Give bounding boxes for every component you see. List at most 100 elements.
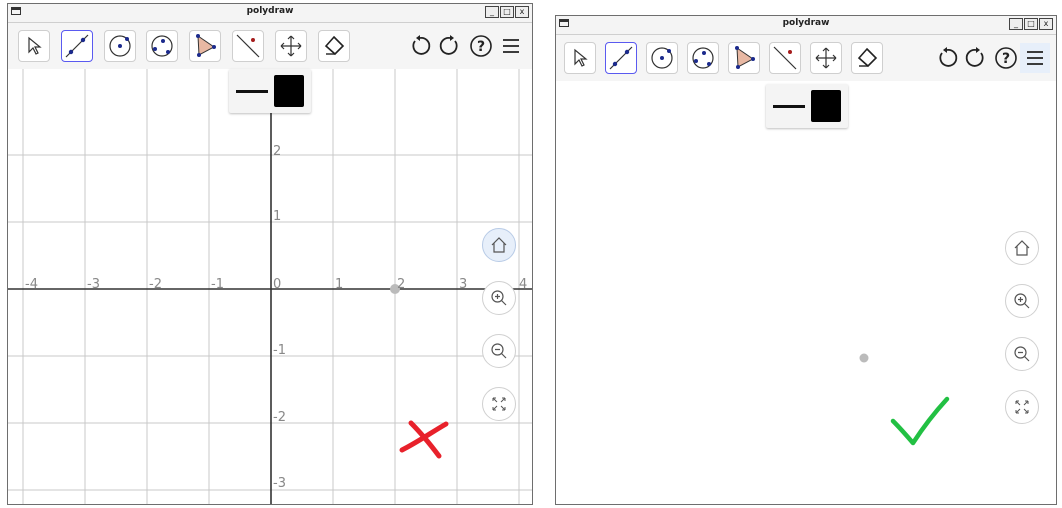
x-tick-label: 3 <box>459 277 468 292</box>
line-tool-button[interactable] <box>61 30 93 62</box>
fullscreen-icon <box>492 397 506 411</box>
maximize-button[interactable]: □ <box>1024 18 1038 30</box>
green-check-mark <box>890 396 950 446</box>
home-view-button[interactable] <box>1005 231 1039 265</box>
style-popup <box>766 84 848 128</box>
window-title: polydraw <box>782 18 830 28</box>
undo-button[interactable] <box>932 43 962 73</box>
menu-icon <box>503 39 519 53</box>
polygon-icon <box>196 34 216 57</box>
perpendicular-line-icon <box>236 34 260 58</box>
maximize-button[interactable]: □ <box>500 6 514 18</box>
circle-center-icon <box>109 35 131 57</box>
perpendicular-line-tool-button[interactable] <box>769 42 801 74</box>
x-tick-label: -2 <box>149 277 162 292</box>
eraser-tool-button[interactable] <box>318 30 350 62</box>
eraser-tool-button[interactable] <box>851 42 883 74</box>
pointer-icon <box>28 36 42 55</box>
red-cross-mark <box>399 420 449 459</box>
undo-icon <box>939 47 958 67</box>
x-tick-label: -4 <box>25 277 38 292</box>
redo-icon <box>439 35 458 55</box>
minimize-button[interactable]: _ <box>485 6 499 18</box>
close-button[interactable]: x <box>1039 18 1053 30</box>
menu-button[interactable] <box>496 31 526 61</box>
y-tick-label: 2 <box>273 144 282 159</box>
y-tick-label: 1 <box>273 209 282 224</box>
zoom-in-button[interactable] <box>1005 284 1039 318</box>
help-button[interactable]: ? <box>991 43 1021 73</box>
line-style-button[interactable] <box>236 89 268 93</box>
zoom-out-button[interactable] <box>1005 337 1039 371</box>
move-view-tool-button[interactable] <box>810 42 842 74</box>
x-tick-label: 2 <box>397 277 406 292</box>
pointer-icon <box>574 48 588 67</box>
move-view-icon <box>280 35 302 57</box>
fullscreen-button[interactable] <box>1005 390 1039 424</box>
circle-points-icon <box>151 35 173 57</box>
line-tool-button[interactable] <box>605 42 637 74</box>
svg-text:?: ? <box>1002 51 1010 67</box>
polydraw-window-left: polydraw _ □ x ? -4 -3 -2 -1 0 1 2 3 4 2… <box>7 3 533 505</box>
polygon-icon <box>735 46 755 69</box>
x-tick-label: -1 <box>211 277 224 292</box>
pointer-tool-button[interactable] <box>18 30 50 62</box>
help-icon: ? <box>470 35 492 57</box>
x-tick-label: 0 <box>273 277 282 292</box>
move-view-icon <box>815 47 837 69</box>
line-style-button[interactable] <box>773 104 805 108</box>
redo-icon <box>965 47 984 67</box>
x-tick-label: 4 <box>519 277 528 292</box>
undo-icon <box>412 35 431 55</box>
title-bar[interactable]: polydraw _ □ x <box>8 4 532 23</box>
circle-center-tool-button[interactable] <box>646 42 678 74</box>
help-icon: ? <box>995 47 1017 69</box>
fullscreen-icon <box>1015 400 1029 414</box>
title-bar[interactable]: polydraw _ □ x <box>556 16 1056 35</box>
perpendicular-line-tool-button[interactable] <box>232 30 264 62</box>
drawing-canvas[interactable] <box>556 81 1056 504</box>
x-tick-label: 1 <box>335 277 344 292</box>
zoom-in-button[interactable] <box>482 281 516 315</box>
zoom-out-icon <box>491 343 507 359</box>
circle-center-icon <box>651 47 673 69</box>
polygon-tool-button[interactable] <box>728 42 760 74</box>
circle-points-tool-button[interactable] <box>687 42 719 74</box>
menu-icon <box>1027 51 1043 65</box>
circle-center-tool-button[interactable] <box>104 30 136 62</box>
fullscreen-button[interactable] <box>482 387 516 421</box>
circle-points-tool-button[interactable] <box>146 30 178 62</box>
help-button[interactable]: ? <box>466 31 496 61</box>
drawing-canvas[interactable]: -4 -3 -2 -1 0 1 2 3 4 2 1 -1 -2 -3 <box>8 69 532 504</box>
redo-button[interactable] <box>961 43 991 73</box>
pointer-tool-button[interactable] <box>564 42 596 74</box>
graph-point[interactable] <box>859 353 869 363</box>
zoom-out-button[interactable] <box>482 334 516 368</box>
y-tick-label: -1 <box>273 343 286 358</box>
window-title: polydraw <box>246 6 294 16</box>
eraser-icon <box>324 35 345 56</box>
line-icon <box>609 46 633 70</box>
canvas-overlay <box>859 353 950 446</box>
eraser-icon <box>857 47 878 68</box>
close-button[interactable]: x <box>515 6 529 18</box>
menu-button[interactable] <box>1020 43 1050 73</box>
color-swatch-button[interactable] <box>274 75 304 107</box>
zoom-in-icon <box>1014 293 1030 309</box>
redo-button[interactable] <box>435 31 465 61</box>
home-icon <box>1014 240 1030 256</box>
y-tick-label: -3 <box>273 476 286 491</box>
y-tick-label: -2 <box>273 410 286 425</box>
zoom-in-icon <box>491 290 507 306</box>
polygon-tool-button[interactable] <box>189 30 221 62</box>
minimize-button[interactable]: _ <box>1009 18 1023 30</box>
move-view-tool-button[interactable] <box>275 30 307 62</box>
color-swatch-button[interactable] <box>811 90 841 122</box>
perpendicular-line-icon <box>773 46 797 70</box>
undo-button[interactable] <box>405 31 435 61</box>
circle-points-icon <box>692 47 714 69</box>
line-icon <box>65 34 89 58</box>
x-tick-label: -3 <box>87 277 100 292</box>
zoom-out-icon <box>1014 346 1030 362</box>
home-view-button[interactable] <box>482 228 516 262</box>
